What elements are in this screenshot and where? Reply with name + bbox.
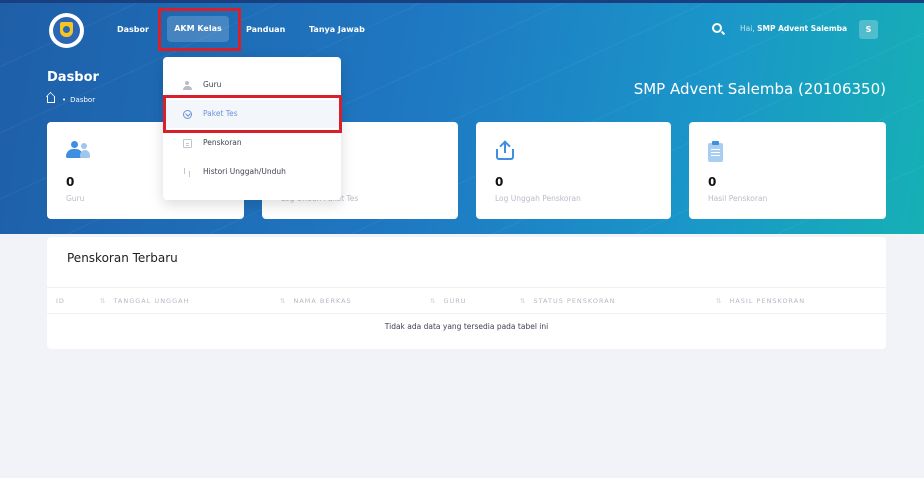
document-icon <box>183 139 192 148</box>
table-title: Penskoran Terbaru <box>67 251 178 265</box>
table-header-row: ID ⇅ TANGGAL UNGGAH ⇅ NAMA BERKAS ⇅ GURU ⇅ S… <box>47 287 886 314</box>
sort-icon: ⇅ <box>100 297 106 305</box>
school-name: SMP Advent Salemba (20106350) <box>633 80 886 98</box>
avatar[interactable]: S <box>859 20 878 39</box>
page: Dasbor AKM Kelas Panduan Tanya Jawab Hai… <box>0 0 924 478</box>
stat-label: Log Unggah Penskoran <box>495 194 581 203</box>
breadcrumb: • Dasbor <box>47 96 95 104</box>
column-guru[interactable]: ⇅ GURU <box>430 288 467 315</box>
menu-item-penskoran[interactable]: Penskoran <box>163 129 341 157</box>
column-id[interactable]: ID <box>56 288 65 315</box>
column-nama-berkas[interactable]: ⇅ NAMA BERKAS <box>280 288 352 315</box>
breadcrumb-separator: • <box>62 96 67 104</box>
stat-label: Hasil Penskoran <box>708 194 768 203</box>
users-icon <box>66 141 90 159</box>
upload-download-icon <box>183 168 192 177</box>
highlight-box-paket-tes <box>163 95 342 133</box>
menu-item-histori[interactable]: Histori Unggah/Unduh <box>163 158 341 186</box>
clipboard-icon <box>708 141 723 162</box>
user-name: SMP Advent Salemba <box>757 24 848 33</box>
user-greeting[interactable]: Hai, SMP Advent Salemba <box>740 20 847 38</box>
stat-label: Guru <box>66 194 85 203</box>
stat-value: 0 <box>495 175 504 189</box>
table-empty-message: Tidak ada data yang tersedia pada tabel … <box>384 322 549 331</box>
highlight-box-akm-kelas <box>158 8 241 51</box>
column-tanggal-unggah[interactable]: ⇅ TANGGAL UNGGAH <box>100 288 189 315</box>
menu-item-label: Penskoran <box>203 138 242 147</box>
navbar: Dasbor AKM Kelas Panduan Tanya Jawab Hai… <box>0 3 924 55</box>
sort-icon: ⇅ <box>520 297 526 305</box>
upload-icon <box>495 140 515 161</box>
stat-card-log-unggah[interactable]: 0 Log Unggah Penskoran <box>476 122 671 219</box>
breadcrumb-dasbor[interactable]: Dasbor <box>70 96 95 104</box>
person-icon <box>183 81 192 90</box>
nav-dasbor[interactable]: Dasbor <box>117 19 149 41</box>
home-icon[interactable] <box>47 96 55 103</box>
greeting-prefix: Hai, <box>740 24 758 33</box>
search-icon[interactable] <box>712 23 722 33</box>
page-title: Dasbor <box>47 70 99 85</box>
tut-wuri-handayani-logo[interactable] <box>49 13 84 48</box>
nav-tanya-jawab[interactable]: Tanya Jawab <box>309 19 365 41</box>
menu-item-label: Histori Unggah/Unduh <box>203 167 286 176</box>
stat-card-hasil-penskoran[interactable]: 0 Hasil Penskoran <box>689 122 886 219</box>
sort-icon: ⇅ <box>430 297 436 305</box>
stat-value: 0 <box>708 175 717 189</box>
sort-icon: ⇅ <box>716 297 722 305</box>
stat-value: 0 <box>66 175 75 189</box>
column-hasil-penskoran[interactable]: ⇅ HASIL PENSKORAN <box>716 288 805 315</box>
sort-icon: ⇅ <box>280 297 286 305</box>
column-status-penskoran[interactable]: ⇅ STATUS PENSKORAN <box>520 288 616 315</box>
logo-emblem-icon <box>53 17 80 44</box>
penskoran-terbaru-card: Penskoran Terbaru ID ⇅ TANGGAL UNGGAH ⇅ NA… <box>47 237 886 349</box>
nav-panduan[interactable]: Panduan <box>246 19 285 41</box>
